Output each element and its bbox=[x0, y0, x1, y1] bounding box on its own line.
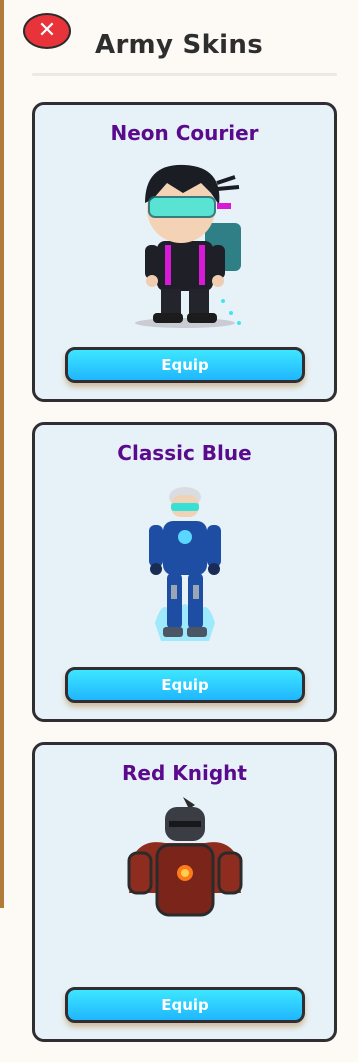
page-title: Army Skins bbox=[95, 30, 263, 60]
skin-name: Red Knight bbox=[122, 761, 247, 785]
panel-left-border bbox=[0, 0, 4, 908]
classic-blue-character-icon bbox=[148, 487, 221, 641]
equip-button[interactable]: Equip bbox=[65, 347, 305, 383]
header-divider bbox=[32, 73, 337, 76]
red-knight-character-icon bbox=[127, 797, 242, 917]
skin-name: Classic Blue bbox=[117, 441, 252, 465]
skin-card-classic-blue: Classic Blue Equip bbox=[32, 422, 337, 722]
skin-list: Neon Courier Equip Classic Blue Equip Re… bbox=[32, 102, 337, 1062]
skin-name: Neon Courier bbox=[110, 121, 259, 145]
equip-button[interactable]: Equip bbox=[65, 987, 305, 1023]
equip-button[interactable]: Equip bbox=[65, 667, 305, 703]
skin-card-neon-courier: Neon Courier Equip bbox=[32, 102, 337, 402]
neon-courier-character-icon bbox=[134, 164, 241, 328]
skin-card-red-knight: Red Knight Equip bbox=[32, 742, 337, 1042]
